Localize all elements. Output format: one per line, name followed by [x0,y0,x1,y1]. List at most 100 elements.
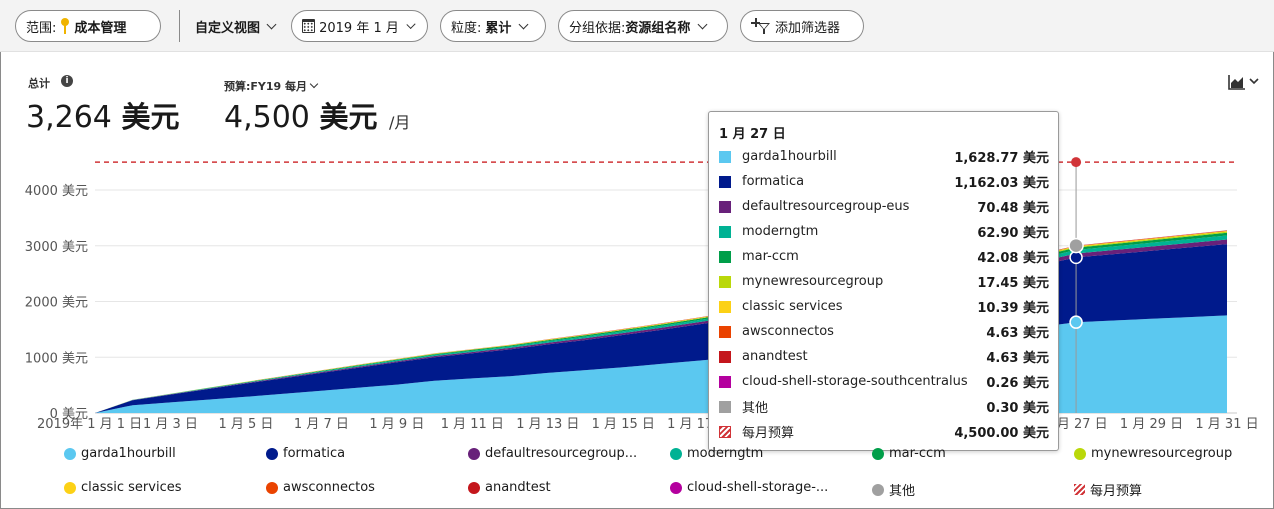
tooltip-swatch [719,200,731,213]
scope-label: 范围: [26,20,57,36]
y-tick-label: 4000 美元 [25,184,88,199]
y-tick-label: 2000 美元 [25,296,88,311]
y-tick-label: 1000 美元 [25,351,88,366]
tooltip-swatch [719,150,731,163]
legend-dot [64,447,76,460]
chevron-down-icon [406,19,416,29]
legend-dot [1074,447,1086,460]
tooltip-series-name: anandtest [742,349,808,364]
tooltip-row: 每月预算 4,500.00 美元 [719,419,1049,444]
tooltip-swatch [719,250,731,263]
x-tick-label: 1 月 7 日 [294,417,349,432]
legend-dot [468,447,480,460]
tooltip-row: awsconnectos 4.63 美元 [719,319,1049,344]
scope-button[interactable]: 范围: 成本管理 [15,10,161,42]
tooltip-series-name: cloud-shell-storage-southcentralus [742,374,968,389]
toolbar-divider [179,10,180,42]
tooltip-series-name: mar-ccm [742,249,799,264]
group-by-label: 分组依据: [569,20,626,36]
legend-item[interactable]: 其他 [872,480,915,499]
granularity-button[interactable]: 粒度: 累计 [440,10,546,42]
legend-label: cloud-shell-storage-... [687,480,829,495]
custom-view-button[interactable]: 自定义视图 [195,10,278,42]
legend-label: mynewresourcegroup [1091,446,1233,461]
legend-dot [670,481,682,494]
key-icon [60,18,70,34]
cost-area-chart: 0 美元1000 美元2000 美元3000 美元4000 美元2019年 1 … [25,157,1259,432]
tooltip-series-name: mynewresourcegroup [742,274,884,289]
tooltip-series-value: 0.30 美元 [986,401,1049,416]
legend-label: mar-ccm [889,446,946,461]
budget-hatch-icon [1074,484,1085,495]
hover-point-budget [1071,157,1082,168]
granularity-label: 粒度: [451,20,482,36]
tooltip-series-value: 4.63 美元 [986,351,1049,366]
legend-item[interactable]: classic services [64,480,182,495]
legend-dot [670,447,682,460]
legend-dot [872,447,884,460]
legend-label: moderngtm [687,446,764,461]
budget-selector[interactable]: 预算:FY19 每月 [224,78,320,94]
add-filter-button[interactable]: 添加筛选器 [740,10,864,42]
tooltip-row: mynewresourcegroup 17.45 美元 [719,269,1049,294]
x-tick-label: 1 月 5 日 [218,417,273,432]
group-by-button[interactable]: 分组依据: 资源组名称 [558,10,728,42]
legend-dot [266,447,278,460]
legend-label: defaultresourcegroup... [485,446,638,461]
legend-item[interactable]: mar-ccm [872,446,946,461]
hover-point-total [1068,237,1084,254]
date-range-button[interactable]: 2019 年 1 月 [291,10,428,42]
tooltip-series-value: 10.39 美元 [977,301,1049,316]
tooltip-series-value: 42.08 美元 [977,251,1049,266]
legend-item[interactable]: mynewresourcegroup [1074,446,1232,461]
tooltip-series-name: defaultresourcegroup-eus [742,199,910,214]
tooltip-swatch [719,225,731,238]
chart-type-icon[interactable] [1228,72,1262,92]
tooltip-series-name: garda1hourbill [742,149,837,164]
tooltip-swatch [719,325,731,338]
x-tick-label: 1 月 29 日 [1120,417,1183,432]
legend-item[interactable]: anandtest [468,480,551,495]
legend-item[interactable]: defaultresourcegroup... [468,446,637,461]
legend-dot [872,483,884,496]
tooltip-swatch [719,175,731,188]
tooltip-series-value: 4.63 美元 [986,326,1049,341]
tooltip-title: 1 月 27 日 [719,127,786,142]
info-icon[interactable]: i [61,75,73,87]
tooltip-row: formatica 1,162.03 美元 [719,169,1049,194]
legend-label: awsconnectos [283,480,375,495]
tooltip-row: 其他 0.30 美元 [719,394,1049,419]
tooltip-row: classic services 10.39 美元 [719,294,1049,319]
legend-item[interactable]: formatica [266,446,345,461]
tooltip-row: anandtest 4.63 美元 [719,344,1049,369]
budget-unit: 美元 [319,100,378,134]
tooltip-series-value: 1,162.03 美元 [954,176,1049,191]
custom-view-label: 自定义视图 [195,20,261,36]
tooltip-series-name: awsconnectos [742,324,834,339]
legend-item[interactable]: awsconnectos [266,480,375,495]
legend-item[interactable]: 每月预算 [1074,480,1142,499]
legend-item[interactable]: moderngtm [670,446,763,461]
legend-item[interactable]: garda1hourbill [64,446,176,461]
tooltip-row: garda1hourbill 1,628.77 美元 [719,144,1049,169]
tooltip-series-name: formatica [742,174,805,189]
tooltip-swatch [719,375,731,388]
tooltip-series-value: 0.26 美元 [986,376,1049,391]
tooltip-series-value: 17.45 美元 [977,276,1049,291]
tooltip-series-value: 4,500.00 美元 [954,426,1049,441]
x-tick-label: 1 月 9 日 [369,417,424,432]
legend-label: garda1hourbill [81,446,176,461]
tooltip-series-value: 62.90 美元 [977,226,1049,241]
tooltip-row: moderngtm 62.90 美元 [719,219,1049,244]
legend-dot [64,481,76,494]
x-tick-label: 1 月 11 日 [441,417,504,432]
legend-item[interactable]: cloud-shell-storage-... [670,480,828,495]
hover-point-garda [1069,315,1083,329]
tooltip-series-name: 其他 [742,401,769,416]
total-unit: 美元 [121,100,180,134]
granularity-value: 累计 [485,20,512,36]
x-tick-label: 1 月 3 日 [143,417,198,432]
legend-label: formatica [283,446,346,461]
tooltip-swatch [719,275,731,288]
chevron-down-icon [697,19,708,29]
